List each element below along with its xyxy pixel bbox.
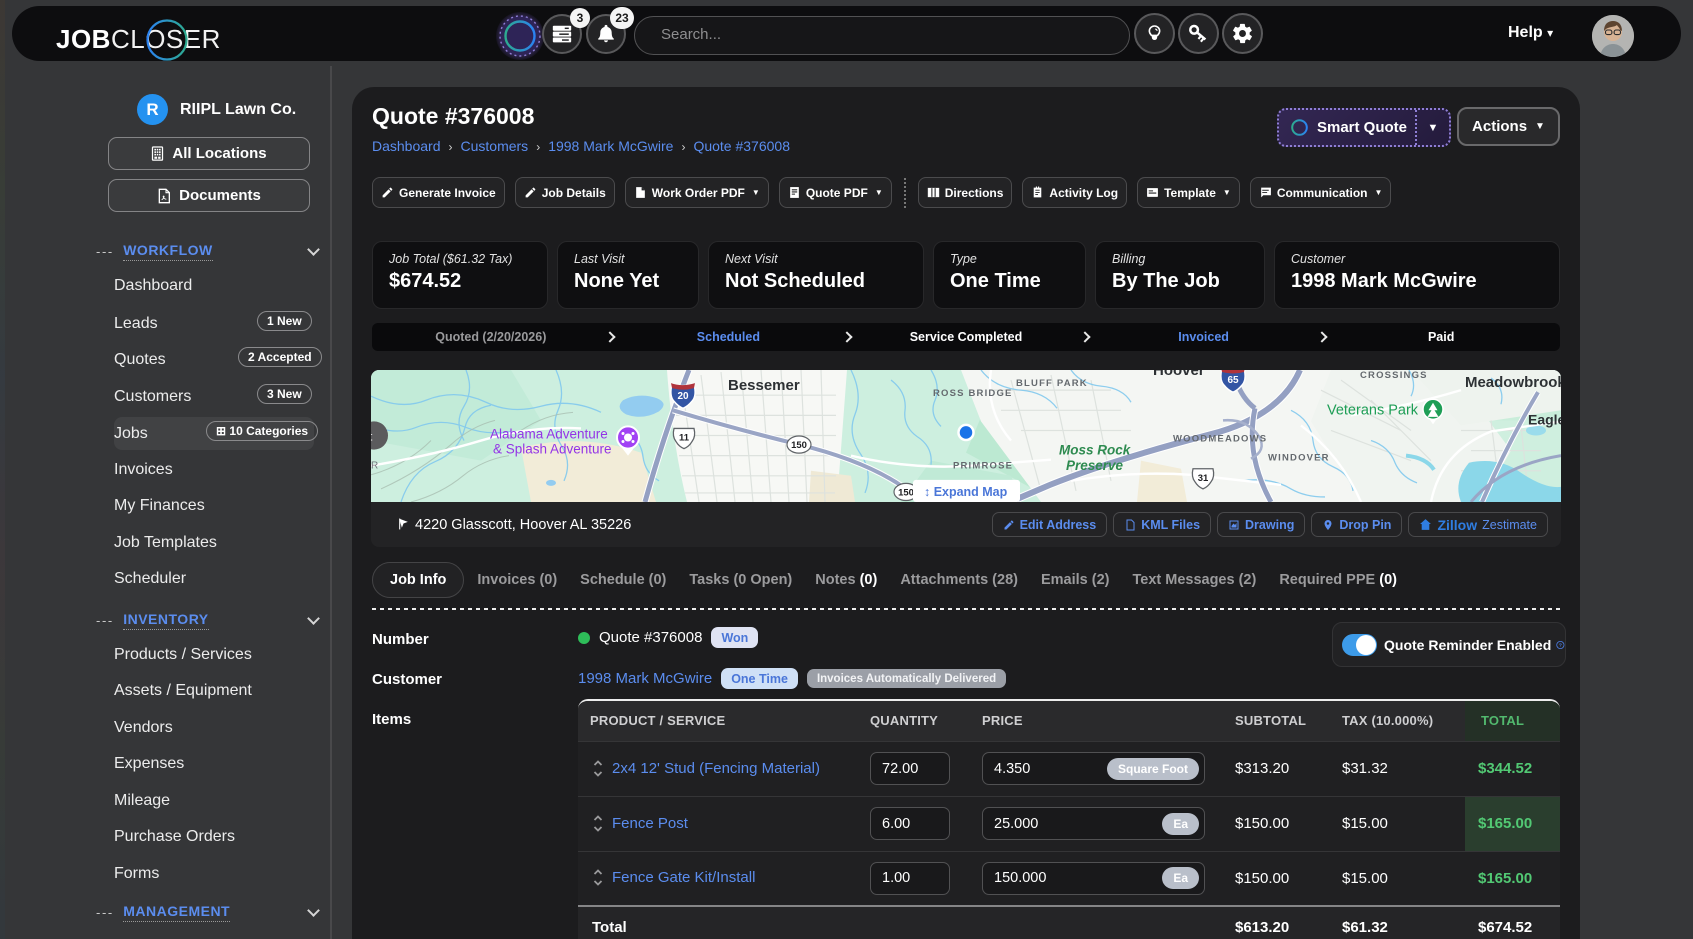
svg-text:Moss Rock: Moss Rock <box>1059 443 1132 458</box>
svg-text:R: R <box>371 461 378 472</box>
svg-text:11: 11 <box>679 433 690 444</box>
svg-text:Veterans Park: Veterans Park <box>1327 402 1419 418</box>
svg-text:?: ? <box>1559 642 1562 648</box>
svg-text:↕ Expand Map: ↕ Expand Map <box>924 485 1008 499</box>
svg-text:150: 150 <box>791 440 807 451</box>
svg-text:BLUFF PARK: BLUFF PARK <box>1016 378 1088 389</box>
svg-text:ROSS BRIDGE: ROSS BRIDGE <box>933 388 1013 399</box>
svg-text:65: 65 <box>1227 375 1239 386</box>
svg-text:& Splash Adventure: & Splash Adventure <box>493 442 612 457</box>
svg-text:Meadowbrook: Meadowbrook <box>1465 374 1561 391</box>
svg-text:Alabama Adventure: Alabama Adventure <box>490 426 608 441</box>
svg-text:WOODMEADOWS: WOODMEADOWS <box>1173 434 1267 445</box>
svg-text:Preserve: Preserve <box>1066 458 1123 473</box>
svg-text:31: 31 <box>1198 473 1209 484</box>
svg-text:Hoover: Hoover <box>1153 370 1205 379</box>
svg-text:Bessemer: Bessemer <box>728 377 800 394</box>
svg-text:150: 150 <box>898 487 914 498</box>
svg-text:CROSSINGS: CROSSINGS <box>1360 370 1428 381</box>
svg-text:Eagle: Eagle <box>1528 411 1561 427</box>
svg-text:20: 20 <box>677 391 689 402</box>
svg-text:PRIMROSE: PRIMROSE <box>953 461 1013 472</box>
svg-text:WINDOVER: WINDOVER <box>1268 453 1330 464</box>
